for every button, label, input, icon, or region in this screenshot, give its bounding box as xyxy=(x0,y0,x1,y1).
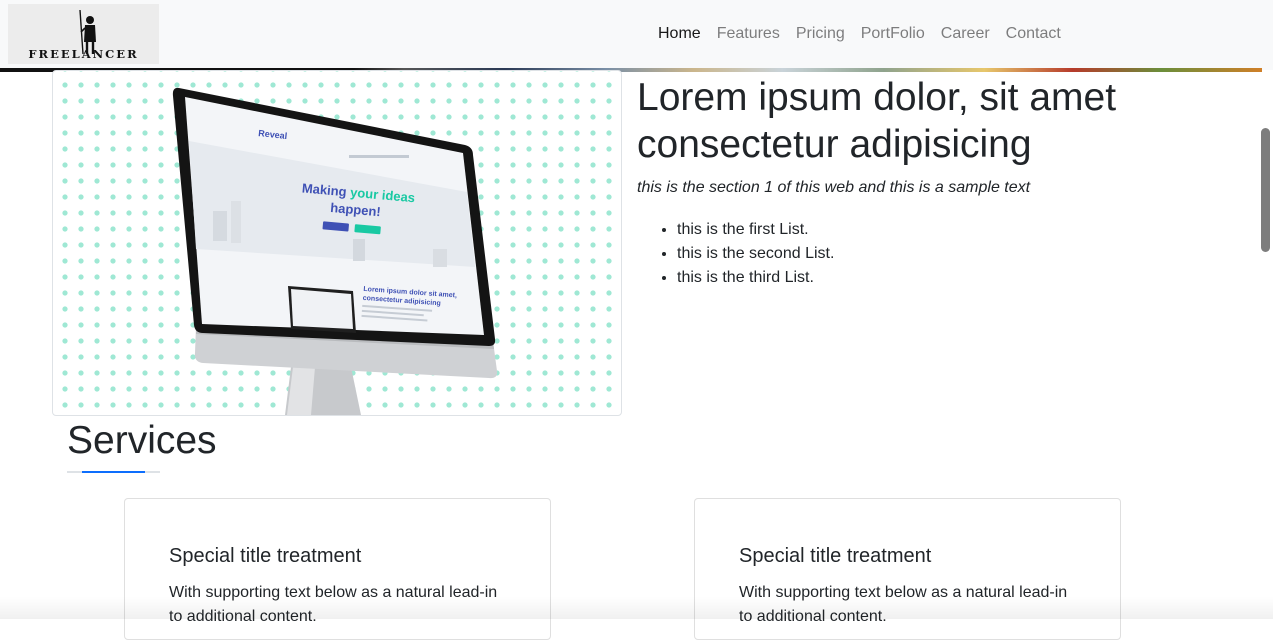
section1-list: this is the first List. this is the seco… xyxy=(637,218,834,290)
nav-link-pricing[interactable]: Pricing xyxy=(788,23,853,45)
nav-menu: Home Features Pricing PortFolio Career C… xyxy=(650,23,1069,45)
brand-logo[interactable]: FREELANCER xyxy=(8,4,159,64)
card-text: With supporting text below as a natural … xyxy=(739,584,1068,625)
list-item: this is the first List. xyxy=(677,218,834,242)
card-title: Special title treatment xyxy=(169,545,362,567)
list-item: this is the third List. xyxy=(677,266,834,290)
section1-image-card: Reveal Making your ideas happen! Lorem i… xyxy=(52,70,622,416)
services-underline xyxy=(67,471,160,473)
services-underline-accent xyxy=(82,471,145,473)
section1-subtitle: this is the section 1 of this web and th… xyxy=(637,179,1031,196)
nav-link-career[interactable]: Career xyxy=(933,23,998,45)
nav-link-home[interactable]: Home xyxy=(650,23,709,45)
card-text: With supporting text below as a natural … xyxy=(169,584,498,625)
card-title: Special title treatment xyxy=(739,545,932,567)
services-heading: Services xyxy=(67,419,217,462)
navbar: FREELANCER Home Features Pricing PortFol… xyxy=(0,0,1273,70)
monitor-mockup-illustration: Reveal Making your ideas happen! Lorem i… xyxy=(172,87,498,415)
nav-link-features[interactable]: Features xyxy=(709,23,788,45)
scrollbar-thumb[interactable] xyxy=(1261,128,1270,252)
nav-link-contact[interactable]: Contact xyxy=(998,23,1069,45)
brand-name: FREELANCER xyxy=(28,47,139,61)
nav-link-portfolio[interactable]: PortFolio xyxy=(853,23,933,45)
list-item: this is the second List. xyxy=(677,242,834,266)
section1-headline: Lorem ipsum dolor, sit amet consectetur … xyxy=(637,76,1117,166)
